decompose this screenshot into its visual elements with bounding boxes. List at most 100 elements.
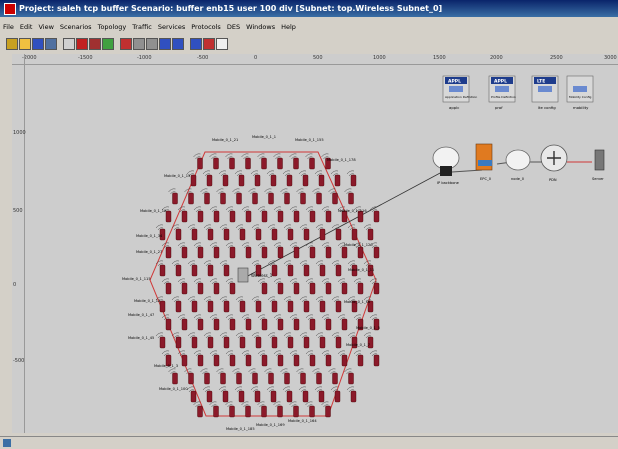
mobile-node-icon[interactable] [225, 206, 236, 223]
mobile-node-icon[interactable] [283, 332, 294, 349]
mobile-node-icon[interactable] [305, 401, 315, 418]
mobile-node-icon[interactable] [314, 170, 325, 187]
open-icon[interactable] [6, 38, 18, 50]
mobile-node-icon[interactable] [298, 386, 309, 403]
mobile-node-icon[interactable] [273, 242, 284, 259]
mobile-node-icon[interactable] [264, 188, 274, 205]
mobile-node-icon[interactable] [218, 170, 229, 187]
mobile-node-icon[interactable] [219, 296, 230, 313]
mobile-node-icon[interactable] [257, 278, 268, 295]
mobile-node-icon[interactable] [241, 206, 252, 223]
mobile-node-icon[interactable] [177, 314, 188, 331]
mobile-node-icon[interactable] [321, 314, 332, 331]
help-icon[interactable] [216, 38, 228, 50]
mobile-node-icon[interactable] [315, 296, 326, 313]
link-icon[interactable] [190, 38, 202, 50]
mobile-node-icon[interactable] [289, 242, 300, 259]
mobile-node-icon[interactable] [219, 332, 230, 349]
mobile-node-icon[interactable] [177, 206, 188, 223]
server-icon[interactable] [594, 149, 605, 171]
mobile-node-icon[interactable] [299, 260, 310, 277]
mobile-node-icon[interactable] [289, 206, 300, 223]
mobile-node-icon[interactable] [168, 188, 178, 205]
mobile-node-icon[interactable] [346, 170, 357, 187]
mobile-node-icon[interactable] [225, 314, 236, 331]
mobile-node-icon[interactable] [187, 224, 198, 241]
mobile-node-icon[interactable] [241, 153, 251, 170]
mobile-node-icon[interactable] [267, 332, 278, 349]
mobile-node-icon[interactable] [299, 224, 310, 241]
mobile-node-icon[interactable] [250, 386, 261, 403]
mobile-node-icon[interactable] [225, 278, 236, 295]
mobile-node-icon[interactable] [171, 332, 182, 349]
mobile-node-icon[interactable] [314, 386, 325, 403]
mobile-node-icon[interactable] [187, 332, 198, 349]
mobile-node-icon[interactable] [193, 206, 204, 223]
mobile-node-icon[interactable] [235, 224, 246, 241]
mobile-node-icon[interactable] [184, 368, 194, 385]
mobile-node-icon[interactable] [273, 206, 284, 223]
mobile-node-icon[interactable] [315, 224, 326, 241]
mobile-node-icon[interactable] [267, 224, 278, 241]
mobile-node-icon[interactable] [171, 224, 182, 241]
mobile-node-icon[interactable] [257, 242, 268, 259]
mobile-node-icon[interactable] [321, 401, 331, 418]
mobile-node-icon[interactable] [289, 278, 300, 295]
epc-building-icon[interactable] [475, 143, 493, 171]
mobile-node-icon[interactable] [257, 206, 268, 223]
mobile-node-icon[interactable] [187, 260, 198, 277]
mobile-node-icon[interactable] [289, 314, 300, 331]
mobile-node-icon[interactable] [234, 386, 245, 403]
mobile-node-icon[interactable] [209, 242, 220, 259]
mobile-node-icon[interactable] [321, 242, 332, 259]
mobile-node-icon[interactable] [168, 368, 178, 385]
mobile-node-icon[interactable] [241, 401, 251, 418]
mobile-node-icon[interactable] [321, 206, 332, 223]
mobile-node-icon[interactable] [203, 224, 214, 241]
mobile-node-icon[interactable] [331, 332, 342, 349]
mobile-node-icon[interactable] [251, 224, 262, 241]
mobile-node-icon[interactable] [337, 314, 348, 331]
mobile-node-icon[interactable] [266, 170, 277, 187]
mobile-node-icon[interactable] [282, 170, 293, 187]
print-icon[interactable] [45, 38, 57, 50]
mobile-node-icon[interactable] [203, 296, 214, 313]
mobile-node-icon[interactable] [353, 278, 364, 295]
mobile-node-icon[interactable] [200, 188, 210, 205]
mobile-node-icon[interactable] [171, 260, 182, 277]
mobile-node-icon[interactable] [344, 368, 354, 385]
mobile-node-icon[interactable] [264, 368, 274, 385]
mobile-node-icon[interactable] [289, 401, 299, 418]
mobile-node-icon[interactable] [328, 368, 338, 385]
mobile-node-icon[interactable] [267, 296, 278, 313]
mobile-node-icon[interactable] [235, 332, 246, 349]
mobile-node-icon[interactable] [177, 350, 188, 367]
mobile-node-icon[interactable] [248, 188, 258, 205]
mobile-node-icon[interactable] [312, 188, 322, 205]
mobile-node-icon[interactable] [321, 350, 332, 367]
mobile-node-icon[interactable] [299, 296, 310, 313]
zoom-in-icon[interactable] [120, 38, 132, 50]
mobile-node-icon[interactable] [161, 278, 172, 295]
menu-view[interactable]: View [38, 23, 53, 31]
mobile-node-icon[interactable] [369, 350, 380, 367]
mobile-node-icon[interactable] [209, 278, 220, 295]
mobile-node-icon[interactable] [203, 332, 214, 349]
mobile-node-icon[interactable] [225, 401, 235, 418]
mobile-node-icon[interactable] [193, 153, 203, 170]
mobile-node-icon[interactable] [305, 278, 316, 295]
mobile-node-icon[interactable] [266, 386, 277, 403]
graph-icon[interactable] [203, 38, 215, 50]
mobile-node-icon[interactable] [219, 224, 230, 241]
mobile-node-icon[interactable] [232, 368, 242, 385]
menu-des[interactable]: DES [227, 23, 240, 31]
mobile-node-icon[interactable] [298, 170, 309, 187]
mobile-node-icon[interactable] [250, 170, 261, 187]
mobile-node-icon[interactable] [209, 401, 219, 418]
zoom-out-icon[interactable] [133, 38, 145, 50]
mobile-node-icon[interactable] [209, 350, 220, 367]
cut-icon[interactable] [76, 38, 88, 50]
mobile-node-icon[interactable] [337, 278, 348, 295]
mobile-node-icon[interactable] [289, 153, 299, 170]
mobile-node-icon[interactable] [235, 296, 246, 313]
